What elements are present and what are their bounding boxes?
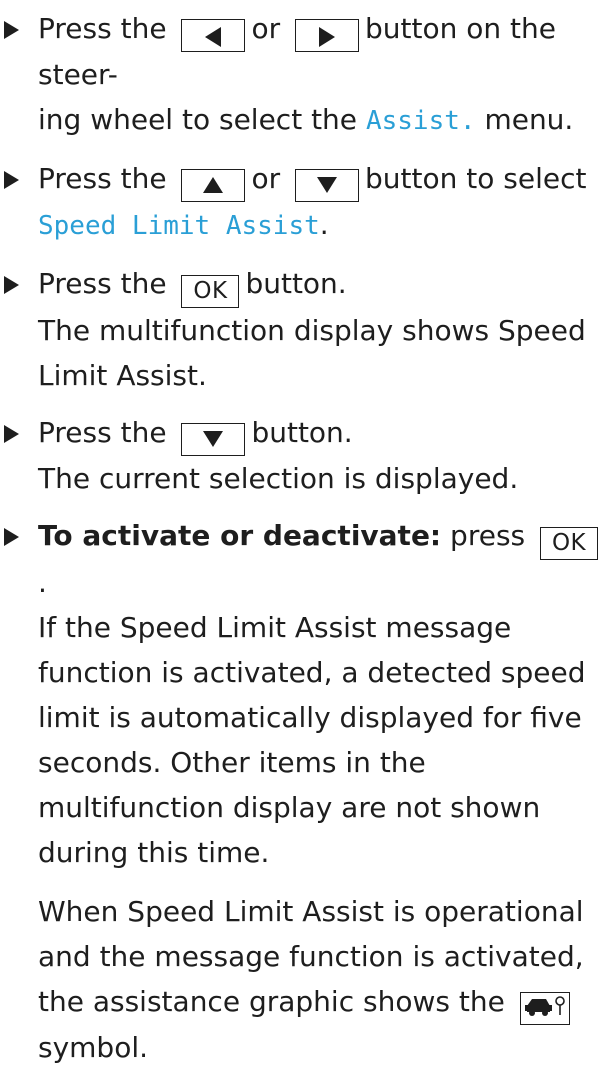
step-text: press (450, 519, 526, 552)
bullet-arrow-icon (4, 21, 19, 39)
step-paragraph-2: When Speed Limit Assist is operational a… (38, 889, 610, 1070)
left-arrow-key (181, 19, 246, 52)
bullet-arrow-icon (4, 528, 19, 546)
step-text: Press the (38, 416, 167, 449)
step-text: Press the (38, 267, 167, 300)
step-select-speed-limit-assist: Press the or button to select Speed Limi… (0, 156, 614, 249)
step-press-down: Press the button. The current selection … (0, 410, 614, 501)
step-text: menu. (484, 103, 574, 136)
step-text: Press the (38, 12, 167, 45)
down-arrow-key (181, 423, 246, 456)
up-arrow-icon (203, 177, 224, 193)
step-text: or (251, 12, 281, 45)
step-text: Press the (38, 162, 167, 195)
step-result: The multifunction display shows Speed Li… (38, 314, 586, 392)
step-text: . (319, 208, 329, 241)
step-text: button. (245, 267, 347, 300)
step-text: button to select (365, 162, 587, 195)
instruction-page: Press the or button on the steer- ing wh… (0, 6, 614, 1082)
step-press-ok: Press the OK button. The multifunction di… (0, 261, 614, 398)
step-select-assist-menu: Press the or button on the steer- ing wh… (0, 6, 614, 144)
ok-key: OK (540, 527, 599, 560)
bullet-arrow-icon (4, 425, 19, 443)
ok-key: OK (181, 275, 240, 308)
down-arrow-icon (317, 177, 338, 193)
step-text: button. (251, 416, 353, 449)
right-arrow-icon (319, 27, 336, 47)
up-arrow-key (181, 169, 246, 202)
left-arrow-icon (205, 27, 222, 47)
step-text: or (251, 162, 281, 195)
menu-name: Assist. (365, 106, 476, 136)
step-result: The current selection is displayed. (38, 462, 519, 495)
bullet-arrow-icon (4, 171, 19, 189)
step-text: ing wheel to select the (38, 103, 358, 136)
step-paragraph: If the Speed Limit Assist message functi… (38, 611, 586, 869)
down-arrow-key (295, 169, 360, 202)
step-text: . (38, 566, 47, 599)
step-paragraph: When Speed Limit Assist is operational a… (38, 895, 584, 1018)
step-activate-deactivate: To activate or deactivate: press OK. If … (0, 513, 614, 1070)
bullet-arrow-icon (4, 276, 19, 294)
right-arrow-key (295, 19, 360, 52)
car-assist-symbol-icon (519, 992, 570, 1025)
step-paragraph: sym­bol. (38, 1031, 149, 1064)
down-arrow-icon (203, 431, 224, 447)
menu-name: Speed Limit Assist (38, 211, 320, 241)
step-heading: To activate or deactivate: (38, 519, 442, 552)
